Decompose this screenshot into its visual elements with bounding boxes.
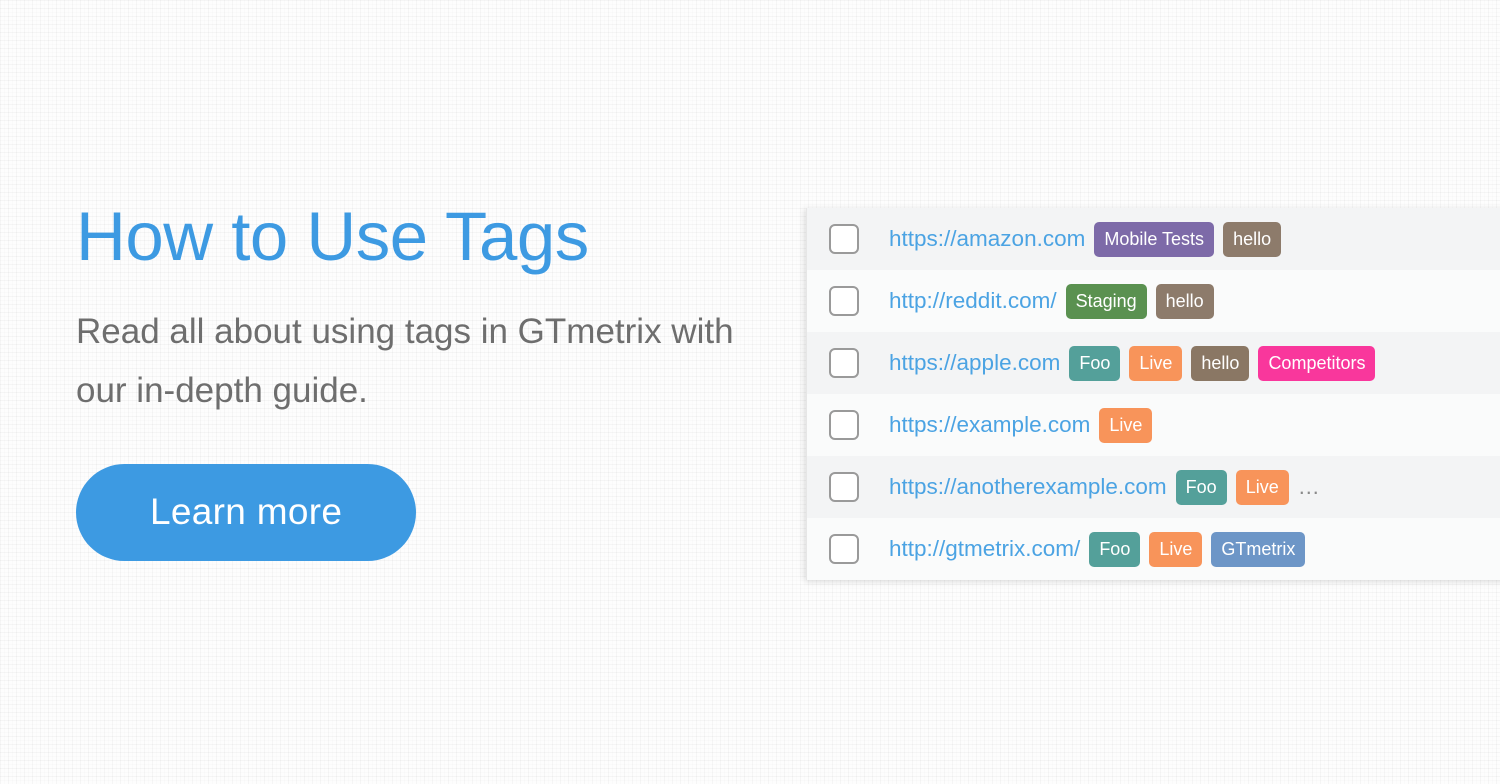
tag-chip[interactable]: Live: [1235, 469, 1289, 505]
tag-chip[interactable]: Live: [1129, 345, 1183, 381]
row-select-checkbox[interactable]: [829, 472, 859, 502]
tag-chip[interactable]: Live: [1099, 407, 1153, 443]
row-select-checkbox[interactable]: [829, 286, 859, 316]
table-row[interactable]: https://apple.com Foo Live hello Competitors: [807, 332, 1500, 394]
tests-table-panel: https://amazon.com Mobile Tests hello http…: [806, 208, 1500, 580]
tag-list: Live: [1099, 407, 1500, 443]
table-row[interactable]: https://anotherexample.com Foo Live …: [807, 456, 1500, 518]
tag-chip[interactable]: hello: [1191, 345, 1250, 381]
test-url-link[interactable]: http://gtmetrix.com/: [889, 536, 1080, 562]
tag-list: Foo Live hello Competitors: [1069, 345, 1500, 381]
tag-overflow-ellipsis[interactable]: …: [1298, 474, 1321, 500]
promo-block: How to Use Tags Read all about using tag…: [76, 196, 796, 561]
tag-chip[interactable]: Foo: [1175, 469, 1227, 505]
row-select-checkbox[interactable]: [829, 410, 859, 440]
test-url-link[interactable]: https://amazon.com: [889, 226, 1085, 252]
row-select-checkbox[interactable]: [829, 348, 859, 378]
table-row[interactable]: https://example.com Live: [807, 394, 1500, 456]
page-title: How to Use Tags: [76, 198, 589, 275]
tag-chip[interactable]: Foo: [1089, 531, 1141, 567]
table-row[interactable]: http://reddit.com/Staging hello: [807, 270, 1500, 332]
tag-chip[interactable]: Competitors: [1258, 345, 1376, 381]
tag-list: Mobile Tests hello: [1094, 221, 1500, 257]
tag-chip[interactable]: Live: [1149, 531, 1203, 567]
page-root: How to Use Tags Read all about using tag…: [0, 0, 1500, 784]
tag-chip[interactable]: Mobile Tests: [1094, 221, 1215, 257]
tag-chip[interactable]: GTmetrix: [1211, 531, 1306, 567]
tag-chip[interactable]: Foo: [1069, 345, 1121, 381]
table-row[interactable]: http://gtmetrix.com/Foo Live GTmetrix: [807, 518, 1500, 580]
table-row[interactable]: https://amazon.com Mobile Tests hello: [807, 208, 1500, 270]
tag-chip[interactable]: hello: [1155, 283, 1214, 319]
tag-list: Foo Live GTmetrix: [1089, 531, 1500, 567]
tag-chip[interactable]: hello: [1223, 221, 1282, 257]
tag-list: Staging hello: [1065, 283, 1500, 319]
test-url-link[interactable]: http://reddit.com/: [889, 288, 1057, 314]
row-select-checkbox[interactable]: [829, 224, 859, 254]
test-url-link[interactable]: https://apple.com: [889, 350, 1060, 376]
promo-subtitle: Read all about using tags in GTmetrix wi…: [76, 312, 734, 410]
tag-chip[interactable]: Staging: [1065, 283, 1147, 319]
test-url-link[interactable]: https://anotherexample.com: [889, 474, 1167, 500]
tag-list: Foo Live …: [1175, 469, 1500, 505]
test-url-link[interactable]: https://example.com: [889, 412, 1090, 438]
row-select-checkbox[interactable]: [829, 534, 859, 564]
learn-more-button[interactable]: Learn more: [76, 464, 417, 561]
